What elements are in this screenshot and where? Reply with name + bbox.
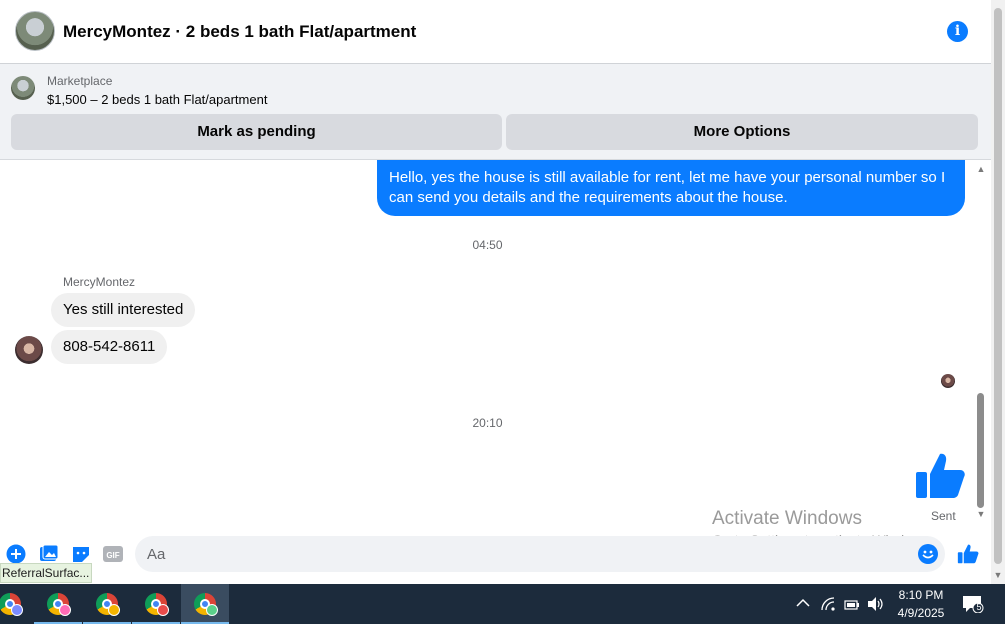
taskbar-chrome-2[interactable] (34, 584, 82, 624)
profile-badge (11, 604, 23, 616)
message-composer: GIF (0, 536, 991, 572)
thumbs-up-icon[interactable] (957, 543, 979, 565)
incoming-message[interactable]: Yes still interested (51, 293, 196, 327)
sender-avatar[interactable] (15, 336, 43, 364)
activate-windows-title: Activate Windows (712, 508, 862, 529)
thumbs-up-sticker-icon[interactable] (914, 450, 966, 502)
timestamp: 20:10 (472, 416, 503, 430)
photo-icon[interactable] (39, 544, 59, 564)
incoming-message[interactable]: 808-542-8611 (51, 330, 168, 364)
taskbar-clock-time[interactable]: 8:10 PM (897, 588, 945, 602)
svg-text:GIF: GIF (106, 551, 119, 560)
outgoing-message[interactable]: Hello, yes the house is still available … (377, 160, 965, 216)
conversation-title[interactable]: MercyMontez · 2 beds 1 bath Flat/apartme… (63, 22, 416, 42)
scrollbar-thumb[interactable] (977, 393, 984, 508)
message-list: Hello, yes the house is still available … (0, 160, 975, 536)
listing-title[interactable]: $1,500 – 2 beds 1 bath Flat/apartment (47, 92, 267, 107)
sender-name: MercyMontez (63, 275, 136, 289)
scroll-down-arrow-icon[interactable]: ▼ (976, 509, 986, 519)
plus-icon[interactable] (6, 544, 26, 564)
message-input[interactable] (135, 536, 945, 572)
taskbar-chrome-1[interactable] (0, 584, 34, 624)
marketplace-label: Marketplace (47, 74, 113, 88)
page-scrollbar[interactable]: ▼ (991, 0, 1005, 584)
messenger-window: MercyMontez · 2 beds 1 bath Flat/apartme… (0, 0, 1005, 624)
page-scrollbar-thumb[interactable] (994, 8, 1002, 564)
gif-icon[interactable]: GIF (103, 544, 123, 564)
profile-badge (157, 604, 169, 616)
info-icon[interactable]: i (947, 21, 968, 42)
windows-taskbar (0, 584, 1005, 624)
sticker-icon[interactable] (71, 544, 91, 564)
notification-count: 5 (976, 602, 982, 612)
volume-icon[interactable] (867, 596, 885, 612)
page-scroll-down-arrow-icon[interactable]: ▼ (993, 570, 1003, 580)
listing-thumbnail[interactable] (11, 76, 35, 100)
conversation-header: MercyMontez · 2 beds 1 bath Flat/apartme… (0, 0, 991, 64)
taskbar-chrome-3[interactable] (83, 584, 131, 624)
timestamp: 04:50 (472, 238, 503, 252)
more-options-button[interactable]: More Options (506, 114, 978, 150)
status-tooltip: ReferralSurfac... (0, 563, 92, 583)
profile-badge (59, 604, 71, 616)
wifi-icon[interactable] (821, 597, 837, 611)
contact-avatar[interactable] (15, 11, 55, 51)
profile-badge (206, 604, 218, 616)
emoji-icon[interactable] (918, 544, 938, 564)
taskbar-chrome-5[interactable] (181, 584, 229, 624)
scroll-up-arrow-icon[interactable]: ▲ (976, 164, 986, 174)
mark-as-pending-button[interactable]: Mark as pending (11, 114, 502, 150)
seen-indicator-avatar (941, 374, 955, 388)
taskbar-chrome-4[interactable] (132, 584, 180, 624)
profile-badge (108, 604, 120, 616)
message-list-scrollbar[interactable]: ▲ ▼ (975, 160, 987, 524)
battery-icon[interactable] (844, 597, 860, 611)
taskbar-clock-date[interactable]: 4/9/2025 (893, 606, 949, 620)
chevron-up-icon[interactable] (796, 598, 810, 608)
marketplace-banner: Marketplace $1,500 – 2 beds 1 bath Flat/… (0, 64, 991, 160)
sent-status: Sent (931, 509, 956, 523)
